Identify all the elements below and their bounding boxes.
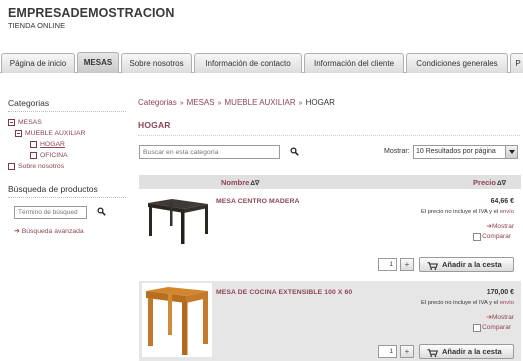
- sort-by-price[interactable]: PrecioΔ∇: [473, 178, 506, 187]
- page-title: HOGAR: [138, 120, 520, 136]
- breadcrumb-item[interactable]: Categorias: [138, 98, 177, 107]
- sort-by-name[interactable]: NombreΔ∇: [221, 178, 259, 187]
- category-item-hogar[interactable]: HOGAR: [8, 139, 126, 150]
- breadcrumb-separator: »: [179, 100, 184, 107]
- product-name-link[interactable]: MESA DE COCINA EXTENSIBLE 100 X 60: [216, 289, 352, 296]
- store-tagline: TIENDA ONLINE: [8, 21, 66, 30]
- quantity-input[interactable]: 1: [378, 258, 397, 271]
- quantity-plus-button[interactable]: +: [400, 345, 414, 358]
- results-per-page-label: Mostrar:: [384, 148, 410, 155]
- shipping-link[interactable]: envío: [500, 209, 514, 215]
- tab-overflow[interactable]: P: [510, 53, 523, 73]
- product-row: MESA CENTRO MADERA 64,66 € El precio no …: [139, 190, 521, 275]
- compare-checkbox[interactable]: [473, 233, 481, 241]
- chevron-down-icon[interactable]: [505, 146, 517, 158]
- tab-about[interactable]: Sobre nosotros: [121, 53, 192, 73]
- search-icon[interactable]: [290, 147, 299, 158]
- tax-note: El precio no incluye el IVA y el envío: [421, 209, 514, 215]
- tax-note: El precio no incluye el IVA y el envío: [421, 300, 514, 306]
- sort-arrows-icon[interactable]: Δ∇: [497, 180, 506, 187]
- categories-title: Categorias: [8, 98, 126, 112]
- breadcrumb-item[interactable]: MUEBLE AUXILIAR: [225, 98, 296, 107]
- show-more-label[interactable]: Mostrar: [492, 223, 514, 230]
- product-search: [8, 206, 126, 222]
- show-more-link[interactable]: ➔Mostrar: [487, 313, 514, 321]
- compare-label[interactable]: Comparar: [482, 324, 511, 331]
- breadcrumb-current: HOGAR: [305, 98, 335, 107]
- quantity-input[interactable]: 1: [378, 345, 397, 358]
- category-label[interactable]: OFICINA: [40, 150, 68, 161]
- breadcrumb-item[interactable]: MESAS: [187, 98, 215, 107]
- collapse-icon[interactable]: [8, 119, 15, 126]
- main-nav-tabs: Página de inicio MESAS Sobre nosotros In…: [0, 52, 523, 73]
- product-name-link[interactable]: MESA CENTRO MADERA: [216, 198, 300, 205]
- store-name[interactable]: EMPRESADEMOSTRACION: [8, 6, 175, 20]
- category-label[interactable]: MUEBLE AUXILIAR: [25, 128, 85, 139]
- price-column-label[interactable]: Precio: [473, 178, 496, 187]
- name-column-label[interactable]: Nombre: [221, 178, 249, 187]
- store-header: EMPRESADEMOSTRACION TIENDA ONLINE: [8, 6, 175, 30]
- shopping-cart-icon: [427, 348, 438, 361]
- leaf-box-icon: [30, 141, 37, 148]
- category-search-input[interactable]: [139, 145, 280, 159]
- category-label[interactable]: Sobre nosotros: [18, 161, 64, 172]
- category-label[interactable]: HOGAR: [40, 139, 65, 150]
- compare-label[interactable]: Comparar: [482, 233, 511, 240]
- advanced-search-link[interactable]: ➔ Búsqueda avanzada: [14, 227, 126, 235]
- leaf-box-icon: [30, 152, 37, 159]
- breadcrumb-separator: »: [298, 100, 303, 107]
- show-more-label[interactable]: Mostrar: [492, 314, 514, 321]
- add-to-cart-label[interactable]: Añadir a la cesta: [442, 347, 502, 356]
- category-filter-row: Mostrar: 10 Resultados por página: [138, 145, 523, 165]
- category-label[interactable]: MESAS: [18, 117, 42, 128]
- add-to-cart-label[interactable]: Añadir a la cesta: [442, 260, 502, 269]
- tab-mesas[interactable]: MESAS: [77, 52, 119, 73]
- category-item-mesas[interactable]: MESAS: [8, 117, 126, 128]
- results-per-page-value: 10 Resultados por página: [416, 148, 496, 155]
- product-search-input[interactable]: [14, 206, 87, 219]
- advanced-search-label[interactable]: Búsqueda avanzada: [22, 228, 84, 235]
- product-row: MESA DE COCINA EXTENSIBLE 100 X 60 170,0…: [139, 281, 521, 361]
- product-search-title: Búsqueda de productos: [8, 184, 126, 198]
- arrow-icon: ➔: [14, 228, 20, 235]
- category-tree: MESAS MUEBLE AUXILIAR HOGAR OFICINA Sobr…: [8, 117, 126, 172]
- tab-contact[interactable]: Información de contacto: [194, 53, 302, 73]
- collapse-icon[interactable]: [15, 130, 22, 137]
- tax-note-text: El precio no incluye el IVA y el: [420, 300, 499, 306]
- category-item-mueble-auxiliar[interactable]: MUEBLE AUXILIAR: [8, 128, 126, 139]
- product-price: 170,00 €: [486, 289, 514, 296]
- leaf-box-icon: [8, 163, 15, 170]
- results-per-page-select[interactable]: 10 Resultados por página: [413, 145, 518, 159]
- shopping-cart-icon: [427, 261, 438, 274]
- compare-checkbox[interactable]: [473, 324, 481, 332]
- quantity-plus-button[interactable]: +: [400, 258, 414, 271]
- breadcrumb-separator: »: [217, 100, 222, 107]
- tab-terms[interactable]: Condiciones generales: [406, 53, 508, 73]
- main-content: Categorias» MESAS» MUEBLE AUXILIAR» HOGAR H…: [138, 98, 523, 165]
- add-to-cart-button[interactable]: Añadir a la cesta: [419, 257, 514, 272]
- tax-note-text: El precio no incluye el IVA y el: [420, 209, 499, 215]
- sort-arrows-icon[interactable]: Δ∇: [250, 180, 259, 187]
- category-item-sobre-nosotros[interactable]: Sobre nosotros: [8, 161, 126, 172]
- sidebar: Categorias MESAS MUEBLE AUXILIAR HOGAR O…: [8, 98, 126, 235]
- add-to-cart-button[interactable]: Añadir a la cesta: [419, 344, 514, 359]
- product-image[interactable]: [142, 193, 212, 246]
- product-image[interactable]: [142, 283, 212, 357]
- product-list-header: NombreΔ∇ PrecioΔ∇: [139, 175, 521, 189]
- category-item-oficina[interactable]: OFICINA: [8, 150, 126, 161]
- shipping-link[interactable]: envío: [500, 300, 514, 306]
- breadcrumb: Categorias» MESAS» MUEBLE AUXILIAR» HOGAR: [138, 98, 523, 109]
- tab-customer-info[interactable]: Información del cliente: [304, 53, 404, 73]
- product-price: 64,66 €: [490, 198, 514, 205]
- tab-home[interactable]: Página de inicio: [1, 53, 75, 73]
- search-icon[interactable]: [97, 207, 106, 218]
- show-more-link[interactable]: ➔Mostrar: [487, 222, 514, 230]
